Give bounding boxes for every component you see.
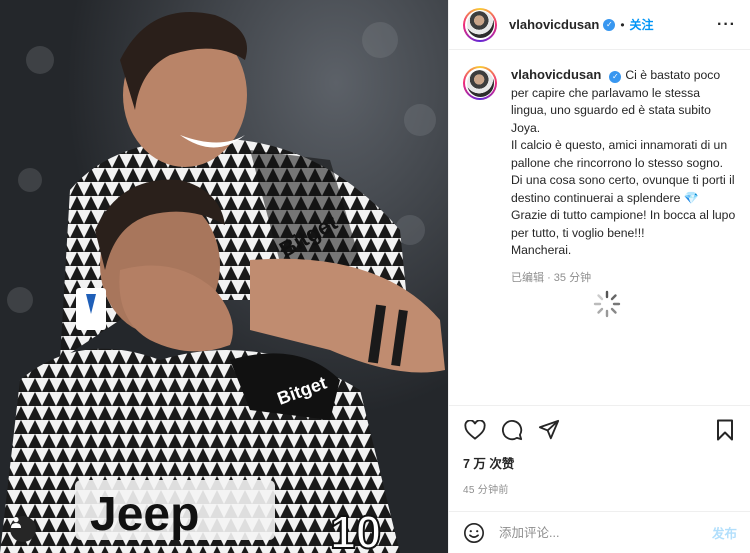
comment-input[interactable] [497, 524, 712, 541]
verified-badge-icon: ✓ [609, 70, 622, 83]
save-button[interactable] [713, 418, 737, 442]
action-row [463, 418, 737, 442]
heart-icon [464, 420, 486, 440]
jersey-number: 10 [330, 506, 381, 553]
post-header: vlahovicdusan ✓ • 关注 ··· [449, 0, 750, 50]
emoji-icon[interactable] [463, 522, 485, 544]
verified-badge-icon: ✓ [603, 18, 616, 31]
avatar-image [466, 11, 494, 38]
caption-text-end: Grazie di tutto campione! In bocca al lu… [511, 208, 736, 257]
post-side-panel: vlahovicdusan ✓ • 关注 ··· vlahovicdusan ✓ C… [448, 0, 750, 553]
caption-time: 35 分钟 [553, 271, 592, 284]
loading-spinner-icon [593, 290, 621, 318]
players-photo-illustration: Bitget Bitget Jeep 10 [0, 0, 448, 553]
caption: vlahovicdusan ✓ Ci è bastato poco per capi… [449, 50, 750, 287]
user-icon [11, 517, 21, 528]
caption-meta: 已编辑 · 35 分钟 [511, 270, 736, 288]
gem-emoji: 💎 [683, 190, 699, 205]
like-button[interactable] [463, 418, 487, 442]
avatar-image [466, 69, 494, 97]
follow-button[interactable]: 关注 [630, 16, 654, 33]
avatar[interactable] [463, 7, 497, 42]
caption-text: Ci è bastato poco per capire che parlava… [511, 68, 735, 205]
edited-label: 已编辑 [511, 271, 544, 284]
meta-separator: · [547, 271, 551, 284]
more-options-icon[interactable]: ··· [717, 16, 736, 34]
tagged-users-button[interactable] [10, 516, 36, 542]
caption-body: vlahovicdusan ✓ Ci è bastato poco per capi… [511, 66, 736, 287]
comment-bar: 发布 [449, 511, 750, 553]
comment-bubble-icon [501, 419, 523, 441]
separator-dot: • [620, 17, 625, 32]
share-button[interactable] [537, 418, 561, 442]
caption-avatar[interactable] [463, 66, 497, 100]
post-actions: 7 万 次赞 45 分钟前 [449, 405, 750, 496]
paper-plane-icon [538, 419, 560, 440]
post-comment-button[interactable]: 发布 [712, 523, 737, 542]
post-timestamp[interactable]: 45 分钟前 [463, 481, 737, 496]
post-photo[interactable]: Bitget Bitget Jeep 10 [0, 0, 448, 553]
comment-button[interactable] [500, 418, 524, 442]
jersey-main-sponsor: Jeep [90, 488, 199, 541]
header-username[interactable]: vlahovicdusan [509, 17, 599, 32]
caption-username[interactable]: vlahovicdusan [511, 67, 601, 82]
likes-count[interactable]: 7 万 次赞 [463, 453, 737, 472]
bookmark-icon [717, 419, 733, 441]
